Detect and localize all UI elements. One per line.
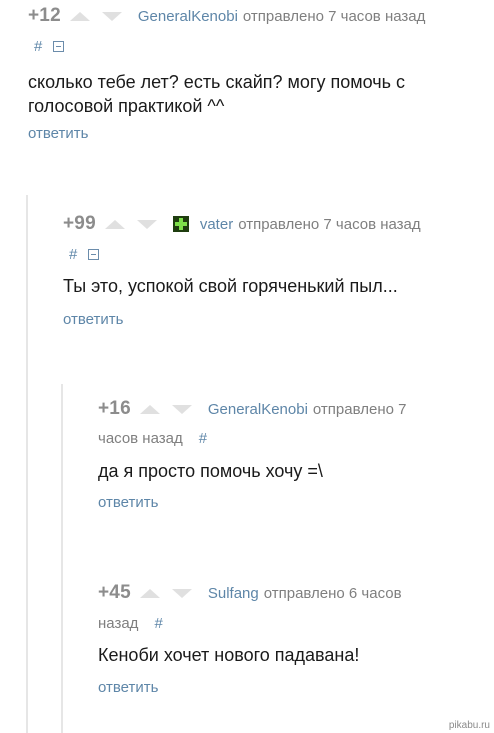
rating: +12 (28, 5, 61, 26)
comment-text: сколько тебе лет? есть скайп? могу помоч… (28, 70, 405, 118)
downvote-arrow-icon[interactable] (136, 219, 157, 229)
author-link[interactable]: GeneralKenobi (208, 401, 308, 418)
thread-line-level-1 (26, 195, 28, 733)
collapse-icon[interactable] (88, 248, 100, 260)
comment-text-line: Ты это, успокой свой горяченький пыл... (63, 276, 398, 296)
comment-header: +12 GeneralKenobi отправлено 7 часов наз… (28, 4, 425, 28)
upvote-arrow-icon[interactable] (104, 219, 125, 229)
comment-text-line: сколько тебе лет? есть скайп? могу помоч… (28, 72, 405, 92)
permalink-hash[interactable]: # (199, 430, 207, 447)
sent-time: отправлено 6 часов (263, 584, 402, 602)
reply-link[interactable]: ответить (28, 125, 88, 142)
sent-time-continued: часов назад (98, 429, 183, 447)
downvote-arrow-icon[interactable] (101, 11, 122, 21)
upvote-arrow-icon[interactable] (139, 588, 160, 598)
rating: +99 (63, 213, 96, 234)
downvote-arrow-icon[interactable] (171, 404, 192, 414)
comment-tools: часов назад # (98, 429, 207, 447)
comment-text-line: голосовой практикой ^^ (28, 96, 225, 116)
reply-link[interactable]: ответить (98, 679, 158, 696)
author-link[interactable]: vater (200, 216, 233, 233)
author-link[interactable]: GeneralKenobi (138, 8, 238, 25)
permalink-hash[interactable]: # (69, 246, 77, 263)
comment-tools: назад # (98, 614, 163, 632)
upvote-arrow-icon[interactable] (69, 11, 90, 21)
comment-header: +16 GeneralKenobi отправлено 7 (98, 397, 406, 421)
author-link[interactable]: Sulfang (208, 585, 259, 602)
sent-time: отправлено 7 часов назад (238, 215, 421, 233)
reply-link[interactable]: ответить (63, 311, 123, 328)
reply-link[interactable]: ответить (98, 494, 158, 511)
sent-time: отправлено 7 часов назад (242, 7, 426, 25)
rating: +45 (98, 582, 131, 603)
permalink-hash[interactable]: # (34, 38, 42, 55)
comment-header: +45 Sulfang отправлено 6 часов (98, 581, 402, 605)
thread-line-level-2 (61, 384, 63, 733)
sent-time-continued: назад (98, 614, 139, 632)
comment-tools: # (69, 245, 100, 263)
collapse-icon[interactable] (53, 40, 65, 52)
comment-text: да я просто помочь хочу =\ (98, 459, 323, 483)
comment-tools: # (34, 37, 65, 55)
watermark: pikabu.ru (448, 720, 490, 731)
comment-text-line: Кеноби хочет нового падавана! (98, 645, 360, 665)
comment-text-line: да я просто помочь хочу =\ (98, 461, 323, 481)
rating: +16 (98, 398, 131, 419)
comment-text: Кеноби хочет нового падавана! (98, 643, 359, 667)
upvote-arrow-icon[interactable] (139, 404, 160, 414)
comment-header: +99 vater отправлено 7 часов назад (63, 212, 421, 236)
sent-time: отправлено 7 (312, 400, 407, 418)
downvote-arrow-icon[interactable] (171, 588, 192, 598)
permalink-hash[interactable]: # (154, 615, 162, 632)
avatar[interactable] (172, 216, 189, 232)
comment-text: Ты это, успокой свой горяченький пыл... (63, 274, 398, 298)
